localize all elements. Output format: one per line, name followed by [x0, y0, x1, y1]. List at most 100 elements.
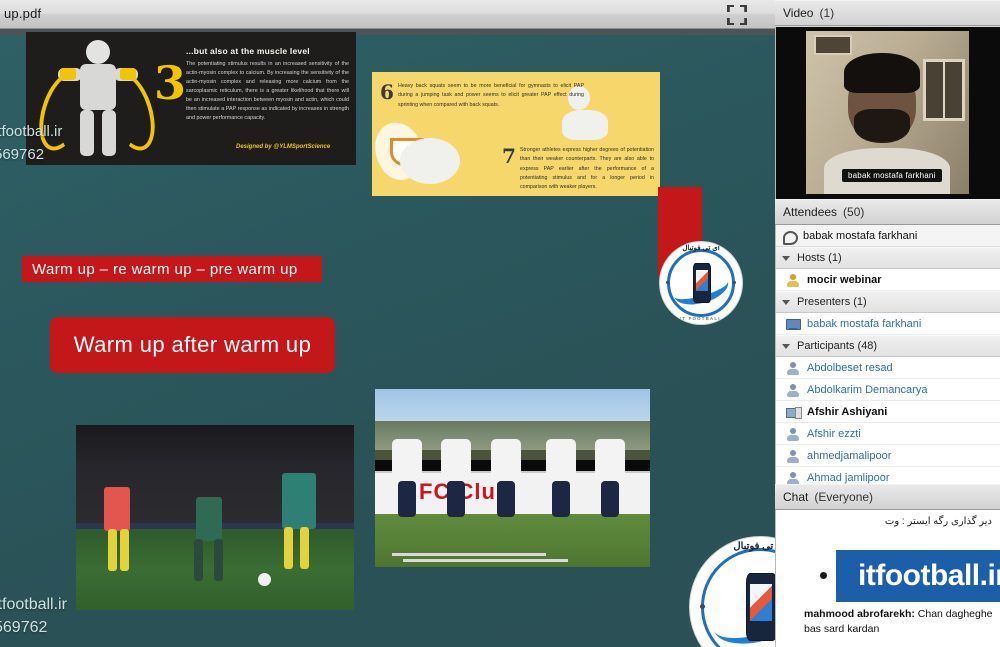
watermark-top-number: 569762	[0, 145, 45, 163]
presenter-icon	[786, 317, 801, 331]
video-pod-header: Video (1)	[775, 0, 1000, 26]
watermark-top: itfootball.ir 569762	[0, 121, 62, 166]
chat-message-persian: دیر گذاری رگه ایستر : وت	[884, 516, 992, 527]
attendee-name: Afshir Ashiyani	[807, 405, 888, 418]
watermark-bottom-site: itfootball.ir	[0, 595, 67, 613]
chat-message-author: mahmood abrofarekh:	[804, 607, 915, 620]
attendee-row-participant-4[interactable]: ahmedjamalipoor	[776, 445, 1000, 467]
user-icon	[786, 449, 800, 463]
logo-dot-right	[733, 281, 737, 285]
slide-headline-big: Warm up after warm up	[50, 317, 335, 373]
infographic-item6-number: 6	[380, 80, 394, 104]
attendees-pod: Attendees (50) babak mostafa farkhani Ho…	[775, 199, 1000, 484]
group-label-presenters: Presenters (1)	[797, 296, 867, 308]
attendee-row-participant-2[interactable]: Afshir Ashiyani	[776, 401, 1000, 423]
infographic-dark-headline: ...but also at the muscle level	[186, 46, 310, 56]
presenter-beard	[854, 109, 910, 143]
chat-pod-title: Chat	[783, 490, 809, 504]
host-icon	[786, 273, 800, 287]
chevron-down-icon[interactable]	[782, 255, 790, 261]
attendee-row-participant-0[interactable]: Abdolbeset resad	[776, 357, 1000, 379]
attendee-self-row[interactable]: babak mostafa farkhani	[776, 225, 1000, 247]
chevron-down-icon[interactable]	[782, 299, 790, 305]
video-pod-body[interactable]: babak mostafa farkhani	[775, 27, 1000, 199]
user-icon	[786, 361, 800, 375]
attendee-row-participant-1[interactable]: Abdolkarim Demancarya	[776, 379, 1000, 401]
right-pods-column: Video (1) babak mostafa farkhani Attende…	[775, 0, 1000, 647]
chat-pod-scope: (Everyone)	[814, 490, 874, 504]
pdf-slide-canvas[interactable]: 3 ...but also at the muscle level The po…	[0, 29, 775, 647]
attendee-row-participant-3[interactable]: Afshir ezzti	[776, 423, 1000, 445]
logo-persian-text-large: آی تی فوتبال	[733, 541, 775, 553]
group-label-hosts: Hosts (1)	[797, 252, 842, 264]
logo-phone-icon-large	[746, 573, 775, 641]
logo-persian-text: آی تی فوتبال	[682, 245, 720, 253]
video-pod-count: (1)	[819, 6, 835, 20]
camera-icon	[786, 405, 802, 419]
attendees-list[interactable]: babak mostafa farkhani Hosts (1) mocir w…	[775, 225, 1000, 484]
logo-english-text: IT FOOTBALL	[679, 315, 723, 321]
user-icon	[786, 471, 800, 484]
chat-pod: Chat (Everyone) دیر گذاری رگه ایستر : وت…	[775, 484, 1000, 647]
attendee-name: Abdolkarim Demancarya	[807, 383, 928, 396]
wall-frame-decor	[814, 35, 852, 55]
infographic-item6-text: Heavy back squats seem to be more benefi…	[398, 83, 584, 108]
logo-phone-icon	[692, 263, 711, 303]
video-pod: Video (1) babak mostafa farkhani	[775, 0, 1000, 199]
watermark-top-site: itfootball.ir	[0, 123, 63, 140]
chat-bullet-decor	[820, 572, 827, 579]
video-stream[interactable]: babak mostafa farkhani	[806, 31, 969, 194]
infographic-dark-credit: Designed by @YLMSportScience	[236, 144, 331, 150]
slide-headline-small: Warm up – re warm up – pre warm up	[22, 256, 322, 282]
crouch-figure-body-icon	[562, 110, 608, 140]
infographic-item7-number: 7	[502, 144, 516, 168]
infographic-yellow-panel: 6 Heavy back squats seem to be more bene…	[372, 72, 660, 196]
fullscreen-icon[interactable]	[727, 5, 747, 25]
attendee-name: Ahmad jamlipoor	[807, 471, 890, 484]
chat-messages[interactable]: دیر گذاری رگه ایستر : وت itfootball.ir m…	[775, 510, 1000, 647]
shared-file-name: up.pdf	[4, 6, 42, 21]
attendee-name: Afshir ezzti	[807, 427, 861, 440]
infographic-dark-number: 3	[154, 56, 187, 110]
group-header-presenters[interactable]: Presenters (1)	[776, 291, 1000, 313]
attendee-row-host-0[interactable]: mocir webinar	[776, 269, 1000, 291]
attendee-row-participant-5[interactable]: Ahmad jamlipoor	[776, 467, 1000, 484]
logo-dot-left-large	[699, 604, 705, 610]
chevron-down-icon[interactable]	[782, 343, 790, 349]
watermark-bottom: itfootball.ir 569762	[0, 593, 67, 639]
video-name-label: babak mostafa farkhani	[842, 169, 942, 182]
group-header-hosts[interactable]: Hosts (1)	[776, 247, 1000, 269]
webinar-window: up.pdf 3 ...but also at the muscle level…	[0, 0, 1000, 647]
user-icon	[786, 383, 800, 397]
photo-night-warmup	[76, 425, 354, 610]
group-label-participants: Participants (48)	[797, 340, 878, 352]
attendees-pod-header: Attendees (50)	[775, 199, 1000, 225]
infographic-dark-panel: 3 ...but also at the muscle level The po…	[26, 32, 356, 165]
infographic-item7-text: Stronger athletes express higher degrees…	[520, 147, 654, 191]
share-titlebar: up.pdf	[0, 0, 775, 29]
group-header-participants[interactable]: Participants (48)	[776, 335, 1000, 357]
attendee-name: mocir webinar	[807, 273, 882, 286]
chat-message-latest: mahmood abrofarekh: Chan dagheghe bas sa…	[804, 607, 996, 637]
attendees-pod-count: (50)	[843, 205, 865, 219]
window-decor	[923, 59, 965, 121]
dunking-figure-icon	[400, 138, 460, 184]
attendee-name: Abdolbeset resad	[807, 361, 893, 374]
presenter-hair	[844, 53, 920, 93]
attendee-name: ahmedjamalipoor	[807, 449, 892, 462]
chat-pod-header: Chat (Everyone)	[775, 484, 1000, 510]
share-pod: up.pdf 3 ...but also at the muscle level…	[0, 0, 775, 647]
attendee-self-name: babak mostafa farkhani	[803, 229, 918, 242]
infographic-dark-body: The potentiating stimulus results in an …	[186, 61, 349, 122]
phone-icon	[782, 229, 798, 245]
chat-banner-overlay: itfootball.ir	[836, 550, 1000, 602]
watermark-bottom-number: 569762	[0, 618, 48, 636]
itfootball-logo-large: آی تی فوتبال IT FOOTBALL	[690, 537, 775, 647]
attendees-pod-title: Attendees	[783, 205, 838, 219]
photo-bayern-training: FC Club	[375, 389, 650, 567]
attendee-name: babak mostafa farkhani	[807, 317, 922, 330]
user-icon	[786, 427, 800, 441]
attendee-row-presenter-0[interactable]: babak mostafa farkhani	[776, 313, 1000, 335]
itfootball-logo-small: آی تی فوتبال IT FOOTBALL	[660, 242, 742, 324]
chat-banner-text: itfootball.ir	[858, 559, 1000, 592]
